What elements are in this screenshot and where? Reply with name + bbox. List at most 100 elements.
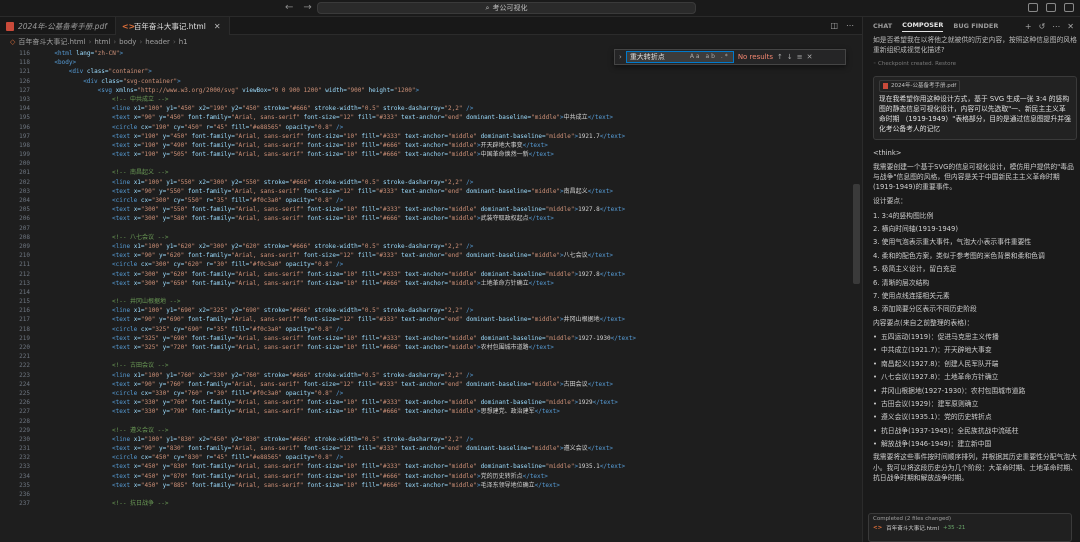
changed-file[interactable]: <> 百年奋斗大事记.html +35 -21 xyxy=(873,524,1067,532)
code-line[interactable] xyxy=(40,288,848,297)
tab-bug-finder[interactable]: BUG FINDER xyxy=(953,22,998,30)
code-line[interactable]: <text x="90" y="760" font-family="Arial,… xyxy=(40,380,848,389)
completed-changes[interactable]: Completed (2 files changed) <> 百年奋斗大事记.h… xyxy=(868,513,1072,542)
code-line[interactable]: <!-- 井冈山根据地 --> xyxy=(40,297,848,306)
history-icon[interactable]: ↺ xyxy=(1039,22,1046,31)
code-line[interactable]: <text x="90" y="450" font-family="Arial,… xyxy=(40,113,848,122)
code-line[interactable]: <text x="325" y="720" font-family="Arial… xyxy=(40,343,848,352)
code-editor[interactable]: 116 118 121 126 127 193 194 195 196 197 198 199 200 2… xyxy=(0,49,862,542)
code-line[interactable]: <line x1="100" y1="830" x2="450" y2="830… xyxy=(40,435,848,444)
code-token: "http://www.w3.org/2000/svg" xyxy=(137,86,239,94)
code-line[interactable]: <div class="svg-container"> xyxy=(40,77,848,86)
code-line[interactable]: <text x="450" y="885" font-family="Arial… xyxy=(40,481,848,490)
editor-scrollbar[interactable] xyxy=(853,184,860,284)
code-line[interactable]: <!-- 南昌起义 --> xyxy=(40,168,848,177)
back-arrow-icon[interactable]: ← xyxy=(285,2,293,13)
tab-composer[interactable]: COMPOSER xyxy=(902,21,944,32)
code-line[interactable]: <text x="300" y="580" font-family="Arial… xyxy=(40,214,848,223)
code-line[interactable]: <circle cx="300" cy="620" r="30" fill="#… xyxy=(40,260,848,269)
code-token: fill= xyxy=(357,270,380,278)
code-token: </text> xyxy=(528,344,554,351)
find-options[interactable]: Aa ab .* xyxy=(690,52,730,62)
code-token: y= xyxy=(158,463,170,471)
attachment-chip[interactable]: 2024年-公基备考手册.pdf xyxy=(879,79,961,92)
user-message[interactable]: 2024年-公基备考手册.pdf 现在我希望你用这种设计方式，基于 SVG 生成… xyxy=(873,75,1077,140)
split-editor-icon[interactable]: ◫ xyxy=(830,21,838,30)
code-line[interactable] xyxy=(40,159,848,168)
command-search-box[interactable]: ⌕ 考公可视化 xyxy=(317,2,696,14)
tab-html[interactable]: <> 百年奋斗大事记.html ✕ xyxy=(115,17,230,35)
code-line[interactable]: <circle cx="190" cy="450" r="45" fill="#… xyxy=(40,123,848,132)
breadcrumb-item[interactable]: h1 xyxy=(179,38,188,46)
code-line[interactable]: <!-- 中共成立 --> xyxy=(40,95,848,104)
code-token: "#f0c3a0" xyxy=(249,197,282,204)
code-line[interactable] xyxy=(40,352,848,361)
code-line[interactable]: <text x="330" y="790" font-family="Arial… xyxy=(40,407,848,416)
code-line[interactable]: <text x="190" y="450" font-family="Arial… xyxy=(40,132,848,141)
breadcrumb-item[interactable]: 百年奋斗大事记.html xyxy=(18,37,85,47)
code-line[interactable] xyxy=(40,490,848,499)
code-token: /> xyxy=(332,389,344,397)
new-chat-icon[interactable]: + xyxy=(1025,22,1032,31)
code-line[interactable]: <!-- 抗日战争 --> xyxy=(40,499,848,508)
code-line[interactable]: <div class="container"> xyxy=(40,67,848,76)
code-line[interactable]: <!-- 八七会议 --> xyxy=(40,233,848,242)
toggle-replace-icon[interactable]: › xyxy=(619,53,622,61)
code-token: </text> xyxy=(610,334,636,342)
code-line[interactable] xyxy=(40,417,848,426)
code-token: <text xyxy=(112,114,134,122)
code-line[interactable]: <text x="325" y="690" font-family="Arial… xyxy=(40,334,848,343)
code-line[interactable]: <text x="450" y="870" font-family="Arial… xyxy=(40,472,848,481)
code-line[interactable]: <line x1="100" y1="550" x2="300" y2="550… xyxy=(40,178,848,187)
more-icon[interactable]: ⋯ xyxy=(1052,22,1060,31)
code-line[interactable]: <circle cx="325" cy="690" r="35" fill="#… xyxy=(40,325,848,334)
code-line[interactable]: <!-- 古田会议 --> xyxy=(40,361,848,370)
code-line[interactable]: <!-- 遵义会议 --> xyxy=(40,426,848,435)
code-line[interactable]: <line x1="100" y1="760" x2="330" y2="760… xyxy=(40,371,848,380)
forward-arrow-icon[interactable]: → xyxy=(303,2,311,13)
code-line[interactable]: <text x="90" y="620" font-family="Arial,… xyxy=(40,251,848,260)
code-line[interactable]: <line x1="100" y1="450" x2="190" y2="450… xyxy=(40,104,848,113)
code-area[interactable]: <html lang="zh-CN"> <body> <div class="con… xyxy=(40,49,848,542)
code-line[interactable]: <text x="190" y="490" font-family="Arial… xyxy=(40,141,848,150)
checkpoint-text[interactable]: Checkpoint created. Restore xyxy=(878,61,956,67)
code-line[interactable]: <circle cx="450" cy="830" r="45" fill="#… xyxy=(40,453,848,462)
next-match-icon[interactable]: ↓ xyxy=(787,53,793,61)
code-line[interactable]: <line x1="100" y1="620" x2="300" y2="620… xyxy=(40,242,848,251)
code-line[interactable]: <svg xmlns="http://www.w3.org/2000/svg" … xyxy=(40,86,848,95)
prev-match-icon[interactable]: ↑ xyxy=(777,53,783,61)
code-token: <text xyxy=(112,408,134,416)
toggle-auxbar-icon[interactable] xyxy=(1064,3,1074,12)
toggle-sidebar-icon[interactable] xyxy=(1028,3,1038,12)
close-panel-icon[interactable]: ✕ xyxy=(1067,22,1074,31)
code-token: <circle xyxy=(112,454,141,462)
close-find-icon[interactable]: ✕ xyxy=(807,53,813,61)
breadcrumb-item[interactable]: header xyxy=(145,38,170,46)
code-token: "end" xyxy=(444,114,463,122)
code-line[interactable]: <text x="90" y="550" font-family="Arial,… xyxy=(40,187,848,196)
tab-pdf[interactable]: 2024年-公基备考手册.pdf xyxy=(0,17,116,35)
close-tab-icon[interactable]: ✕ xyxy=(214,22,221,31)
code-line[interactable]: <text x="300" y="550" font-family="Arial… xyxy=(40,205,848,214)
code-line[interactable]: <line x1="100" y1="690" x2="325" y2="690… xyxy=(40,306,848,315)
code-line[interactable]: <text x="300" y="650" font-family="Arial… xyxy=(40,279,848,288)
code-line[interactable]: <text x="90" y="690" font-family="Arial,… xyxy=(40,315,848,324)
find-in-selection-icon[interactable]: ≡ xyxy=(797,53,803,61)
more-actions-icon[interactable]: ⋯ xyxy=(846,21,854,30)
breadcrumb-item[interactable]: body xyxy=(119,38,136,46)
code-line[interactable]: <text x="190" y="505" font-family="Arial… xyxy=(40,150,848,159)
toggle-panel-icon[interactable] xyxy=(1046,3,1056,12)
breadcrumb-item[interactable]: html xyxy=(94,38,110,46)
line-number: 231 xyxy=(19,445,30,453)
code-line[interactable] xyxy=(40,224,848,233)
code-line[interactable]: <text x="450" y="830" font-family="Arial… xyxy=(40,462,848,471)
tab-chat[interactable]: CHAT xyxy=(873,22,892,30)
code-line[interactable]: <text x="90" y="830" font-family="Arial,… xyxy=(40,444,848,453)
list-item: 3. 使用气泡表示重大事件，气泡大小表示事件重要性 xyxy=(873,238,1032,247)
code-line[interactable]: <text x="330" y="760" font-family="Arial… xyxy=(40,398,848,407)
code-token: "885" xyxy=(169,481,188,489)
code-line[interactable]: <circle cx="330" cy="760" r="30" fill="#… xyxy=(40,389,848,398)
find-input[interactable]: 重大转折点 Aa ab .* xyxy=(625,51,734,63)
code-line[interactable]: <text x="300" y="620" font-family="Arial… xyxy=(40,270,848,279)
code-line[interactable]: <circle cx="300" cy="550" r="35" fill="#… xyxy=(40,196,848,205)
